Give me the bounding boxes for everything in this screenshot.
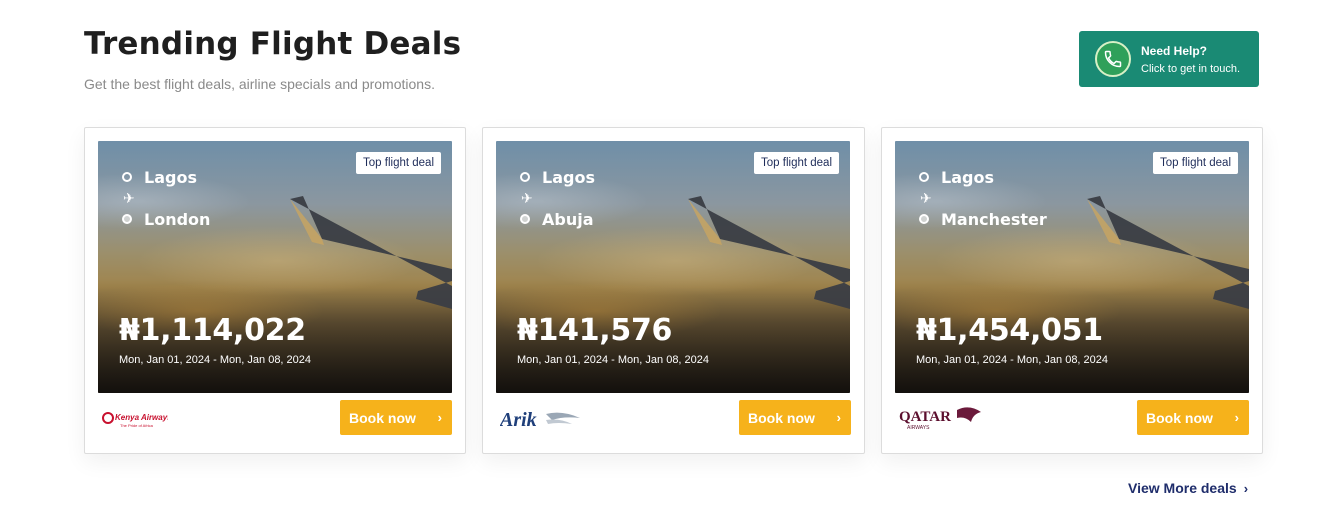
destination-city: London: [144, 209, 211, 229]
help-subtitle: Click to get in touch.: [1141, 62, 1241, 75]
destination-dot-icon: [122, 214, 132, 224]
top-deal-badge: Top flight deal: [754, 152, 839, 174]
deal-price: ₦1,454,051: [916, 313, 1103, 348]
deal-price: ₦141,576: [517, 313, 673, 348]
chevron-right-icon: ›: [1243, 480, 1249, 496]
origin-city: Lagos: [941, 167, 994, 187]
origin-dot-icon: [122, 172, 132, 182]
top-deal-badge: Top flight deal: [1153, 152, 1238, 174]
book-now-button[interactable]: Book now ›: [1137, 400, 1249, 435]
deal-dates: Mon, Jan 01, 2024 - Mon, Jan 08, 2024: [517, 354, 710, 366]
help-title: Need Help?: [1141, 43, 1208, 58]
airline-logo: QATAR AIRWAYS: [899, 404, 989, 437]
svg-text:Arik: Arik: [500, 409, 537, 431]
svg-text:The Pride of Africa: The Pride of Africa: [120, 423, 154, 428]
svg-text:Kenya Airways: Kenya Airways: [115, 413, 168, 422]
deal-cards: Top flight deal Lagos ✈ London ₦1,114,02…: [84, 127, 1263, 454]
plane-icon: ✈: [123, 190, 135, 206]
deal-price: ₦1,114,022: [119, 313, 306, 348]
airline-logo: Arik: [498, 404, 584, 437]
svg-text:AIRWAYS: AIRWAYS: [907, 425, 930, 431]
origin-dot-icon: [919, 172, 929, 182]
svg-text:QATAR: QATAR: [899, 409, 951, 425]
chevron-right-icon: ›: [437, 410, 442, 425]
book-now-label: Book now: [349, 409, 416, 426]
book-now-label: Book now: [748, 409, 815, 426]
deal-card[interactable]: Top flight deal Lagos ✈ Abuja ₦141,576 M…: [482, 127, 865, 454]
deal-image: Top flight deal Lagos ✈ London ₦1,114,02…: [98, 141, 452, 393]
deal-image: Top flight deal Lagos ✈ Abuja ₦141,576 M…: [496, 141, 850, 393]
plane-icon: ✈: [521, 190, 533, 206]
book-now-button[interactable]: Book now ›: [340, 400, 452, 435]
chevron-right-icon: ›: [836, 410, 841, 425]
page-subtitle: Get the best flight deals, airline speci…: [84, 76, 435, 92]
destination-dot-icon: [520, 214, 530, 224]
help-text: Need Help? Click to get in touch.: [1141, 44, 1240, 75]
route: Lagos ✈ Manchester: [919, 167, 1047, 229]
top-deal-badge: Top flight deal: [356, 152, 441, 174]
destination-dot-icon: [919, 214, 929, 224]
airline-logo: Kenya Airways The Pride of Africa: [102, 410, 172, 435]
destination-city: Abuja: [542, 209, 594, 229]
origin-city: Lagos: [144, 167, 197, 187]
deal-dates: Mon, Jan 01, 2024 - Mon, Jan 08, 2024: [119, 354, 312, 366]
plane-icon: ✈: [920, 190, 932, 206]
view-more-deals-link[interactable]: View More deals ›: [1128, 480, 1248, 496]
phone-icon: [1095, 41, 1131, 77]
section-header: Trending Flight Deals Get the best fligh…: [84, 26, 461, 92]
route: Lagos ✈ Abuja: [520, 167, 595, 229]
deal-dates: Mon, Jan 01, 2024 - Mon, Jan 08, 2024: [916, 354, 1109, 366]
deal-card[interactable]: Top flight deal Lagos ✈ London ₦1,114,02…: [84, 127, 466, 454]
route: Lagos ✈ London: [122, 167, 210, 229]
book-now-label: Book now: [1146, 409, 1213, 426]
view-more-label: View More deals: [1128, 480, 1237, 496]
origin-dot-icon: [520, 172, 530, 182]
page-title: Trending Flight Deals: [84, 26, 462, 62]
deal-image: Top flight deal Lagos ✈ Manchester ₦1,45…: [895, 141, 1249, 393]
chevron-right-icon: ›: [1234, 410, 1239, 425]
book-now-button[interactable]: Book now ›: [739, 400, 851, 435]
destination-city: Manchester: [941, 209, 1047, 229]
origin-city: Lagos: [542, 167, 595, 187]
deal-card[interactable]: Top flight deal Lagos ✈ Manchester ₦1,45…: [881, 127, 1263, 454]
need-help-button[interactable]: Need Help? Click to get in touch.: [1079, 31, 1259, 87]
